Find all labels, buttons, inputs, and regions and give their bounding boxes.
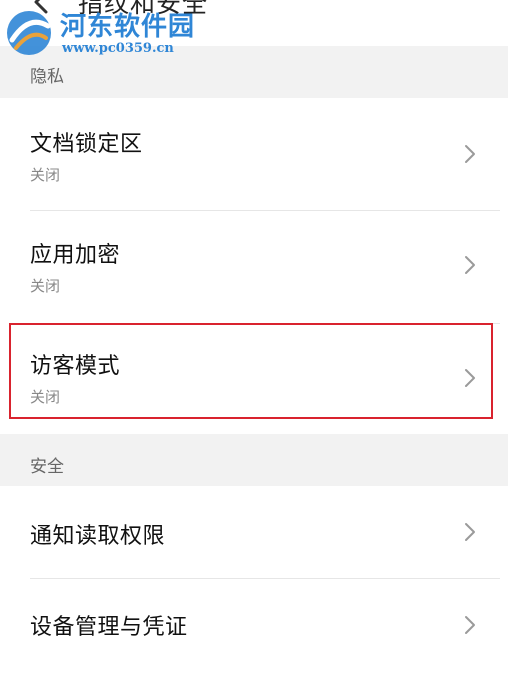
chevron-right-icon (465, 256, 475, 274)
section-header-privacy: 隐私 (30, 67, 64, 87)
section-header-security: 安全 (30, 457, 64, 477)
watermark-logo-icon (7, 11, 51, 55)
list-item-title: 设备管理与凭证 (30, 615, 188, 640)
watermark: 河东软件园 www.pc0359.cn (0, 0, 200, 64)
chevron-right-icon (465, 145, 475, 163)
highlight-box (9, 323, 493, 419)
list-item-title: 通知读取权限 (30, 524, 166, 549)
screen: 指纹和安全 河东软件园 www.pc0359.cn 隐私 文档锁定区 关闭 应用… (0, 0, 508, 673)
chevron-right-icon (465, 523, 475, 541)
list-item-device-admin[interactable]: 设备管理与凭证 (0, 579, 508, 671)
list-item-notification-access[interactable]: 通知读取权限 (0, 486, 508, 578)
list-item-app-encryption[interactable]: 应用加密 关闭 (0, 211, 508, 323)
list-item-status: 关闭 (30, 166, 61, 184)
list-item-title: 应用加密 (30, 243, 121, 268)
list-item-title: 文档锁定区 (30, 132, 143, 157)
list-item-status: 关闭 (30, 277, 61, 295)
security-card: 通知读取权限 设备管理与凭证 (0, 486, 508, 673)
watermark-url: www.pc0359.cn (62, 41, 174, 56)
watermark-name: 河东软件园 (60, 12, 196, 42)
chevron-right-icon (465, 616, 475, 634)
list-item-document-lock[interactable]: 文档锁定区 关闭 (0, 98, 508, 210)
